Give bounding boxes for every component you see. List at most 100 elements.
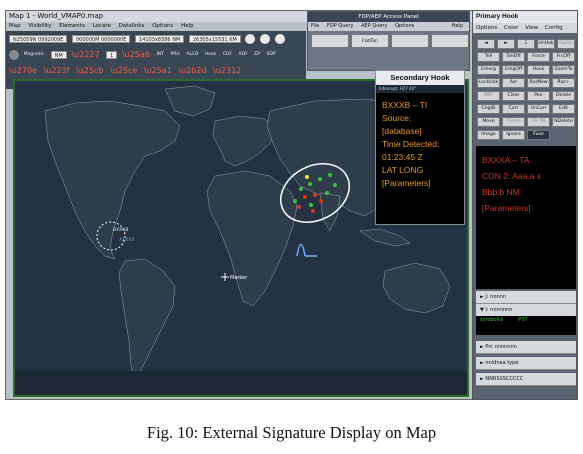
secondary-hook-line: [Parameters] [382, 178, 431, 188]
hook-button-telloff[interactable]: TellOff [502, 52, 525, 62]
tool-prh[interactable]: PRH [171, 48, 180, 62]
primary-row-prc[interactable]: ► Prc nnnnnnn [476, 341, 576, 354]
hook-button-unhok[interactable]: UnHok [537, 39, 555, 49]
rectangle-icon[interactable]: \u25a1 [144, 64, 172, 78]
hook-button-lockhok[interactable]: LockHok [477, 78, 500, 88]
hook-button-ndelete[interactable]: NDelete [552, 117, 575, 127]
tool-xdf[interactable]: XDF [239, 48, 248, 62]
hook-button-pair[interactable]: Pair [527, 91, 550, 101]
hook-button-tsoun[interactable]: TSoun [502, 117, 525, 127]
primary-menu-view[interactable]: View [525, 25, 538, 31]
tool-cdf[interactable]: CDF [223, 48, 232, 62]
tool-ep[interactable]: EP [254, 48, 260, 62]
hook-button-emgoff[interactable]: EmgOff [502, 65, 525, 75]
hook-button-edit[interactable]: Edit [552, 104, 575, 114]
hook-button-1[interactable]: 1 [517, 39, 535, 49]
secondary-hook-subtitle: Intercept: H27 40° [376, 85, 464, 93]
hook-button-ta-tn[interactable]: TA TN [527, 117, 550, 127]
fdp-menu-file[interactable]: File [311, 23, 319, 29]
fdp-menu-help[interactable]: Help [452, 22, 463, 31]
menu-elements[interactable]: Elements [59, 23, 85, 29]
tool-hook[interactable]: Hook [205, 48, 217, 62]
hook-button-zoomto[interactable]: ZoomTo [552, 65, 575, 75]
hook-button-raznew[interactable]: RazNew [527, 78, 550, 88]
fdp-menu-aep-query[interactable]: AEP Query [361, 23, 387, 29]
hook-button-force[interactable]: Force [527, 52, 550, 62]
coord-lat-field[interactable]: N25059N 0992009E [9, 34, 68, 43]
count-field[interactable]: 1 [106, 51, 118, 59]
secondary-hook-line: BXXXB – TI [382, 100, 428, 110]
subtract-icon[interactable] [259, 33, 270, 44]
primary-row-nnr[interactable]: ► NNRSSSCCCCC [476, 373, 576, 386]
ellipse-icon[interactable]: \u2b2d [178, 64, 206, 78]
hook-button-rnt[interactable]: RNT [477, 91, 500, 101]
fdp-menu-fdp-query[interactable]: FDP Query [327, 23, 354, 29]
add-icon[interactable] [245, 33, 256, 44]
secondary-hook-line: [database] [382, 126, 422, 136]
arc-icon[interactable]: \u2312 [213, 64, 241, 78]
track-dot [299, 187, 303, 191]
primary-menu-config[interactable]: Config [545, 25, 563, 31]
tool-alcb[interactable]: ALCB [186, 48, 198, 62]
grid-icon[interactable]: \u25a6 [122, 48, 150, 62]
primary-alert-line: CON 2: Aaa.a x [482, 171, 542, 181]
tool-int[interactable]: INT [156, 48, 163, 62]
hook-button-hook[interactable]: Hook [527, 65, 550, 75]
hook-button-corr[interactable]: Corr [502, 104, 525, 114]
hook-button--[interactable]: ◄ [477, 39, 495, 49]
fdp-button-flat-fan[interactable]: Flat/Fan [351, 34, 389, 48]
toolbar-row-coords: N25059N 0992009E 000000M 0000000E 14103x… [9, 32, 288, 46]
primary-menu-color[interactable]: Color [504, 25, 518, 31]
hook-button--[interactable]: ► [497, 39, 515, 49]
map-marker[interactable]: Marker [221, 273, 248, 281]
hook-button-clear[interactable]: Clear [502, 91, 525, 101]
cursor-icon[interactable]: \u2227 [71, 48, 99, 62]
primary-alert-line: BXXXA – TA [482, 155, 530, 165]
hook-button-image[interactable]: Image [477, 130, 500, 140]
menu-options[interactable]: Options [152, 23, 173, 29]
track-dot [305, 175, 309, 179]
target-icon[interactable]: \u25ce [110, 64, 137, 78]
fdp-button-4[interactable] [431, 34, 469, 48]
fdp-button-1[interactable] [311, 34, 349, 48]
menu-locate[interactable]: Locate [93, 23, 111, 29]
secondary-hook-line: 01:23:45 Z [382, 152, 423, 162]
hook-button-emerg[interactable]: Emerg [477, 65, 500, 75]
hook-button-azr[interactable]: Azr [502, 78, 525, 88]
scale-field[interactable]: 14103x8386 NM [135, 34, 185, 43]
primary-menu-options[interactable]: Options [476, 25, 497, 31]
menu-map[interactable]: Map [9, 23, 21, 29]
reference-label[interactable]: Magnetic [24, 48, 45, 62]
hook-button-raz-[interactable]: Raz+ [552, 78, 575, 88]
track-dot [297, 205, 301, 209]
fdp-menu-options[interactable]: Options [395, 23, 414, 29]
hook-button-move[interactable]: Move [477, 117, 500, 127]
record-icon[interactable] [274, 33, 285, 44]
menu-help[interactable]: Help [181, 23, 194, 29]
hook-button-delete[interactable]: Delete [552, 91, 575, 101]
menu-visibility[interactable]: Visibility [28, 23, 51, 29]
coord-lon-field[interactable]: 000000M 0000000E [72, 34, 131, 43]
fdp-panel-title: FDP/AEP Access Panel [308, 12, 469, 22]
hook-button-tell[interactable]: Tell [477, 52, 500, 62]
hook-button-chgid[interactable]: ChgID [477, 104, 500, 114]
hook-button-fuse[interactable]: Fuse [527, 130, 550, 140]
primary-row-j[interactable]: ► J: nnnnn [476, 291, 576, 304]
curve-icon[interactable]: \u223f [44, 64, 70, 78]
compass-icon[interactable] [9, 50, 19, 60]
hook-button-frcoff[interactable]: FrcOff [552, 52, 575, 62]
fdp-button-3[interactable] [391, 34, 429, 48]
menu-datalinks[interactable]: Datalinks [119, 23, 145, 29]
hook-button-swtch[interactable]: Swtch [557, 39, 575, 49]
primary-hook-menubar: Options Color View Config [473, 23, 577, 33]
track-dot [328, 173, 332, 177]
hook-button-ignore[interactable]: Ignore [502, 130, 525, 140]
unit-select[interactable]: NM [50, 51, 67, 59]
track-dot [311, 209, 315, 213]
circle-icon[interactable]: \u25cb [76, 64, 103, 78]
zoom-field[interactable]: 26305x15531 KM [188, 34, 241, 43]
hook-button-uncorr[interactable]: UnCorr [527, 104, 550, 114]
tool-sdp[interactable]: SDP [267, 48, 276, 62]
primary-hook-panel: Primary Hook Options Color View Config ◄… [472, 10, 578, 400]
primary-row-type[interactable]: ► nnidnaa type [476, 357, 576, 370]
